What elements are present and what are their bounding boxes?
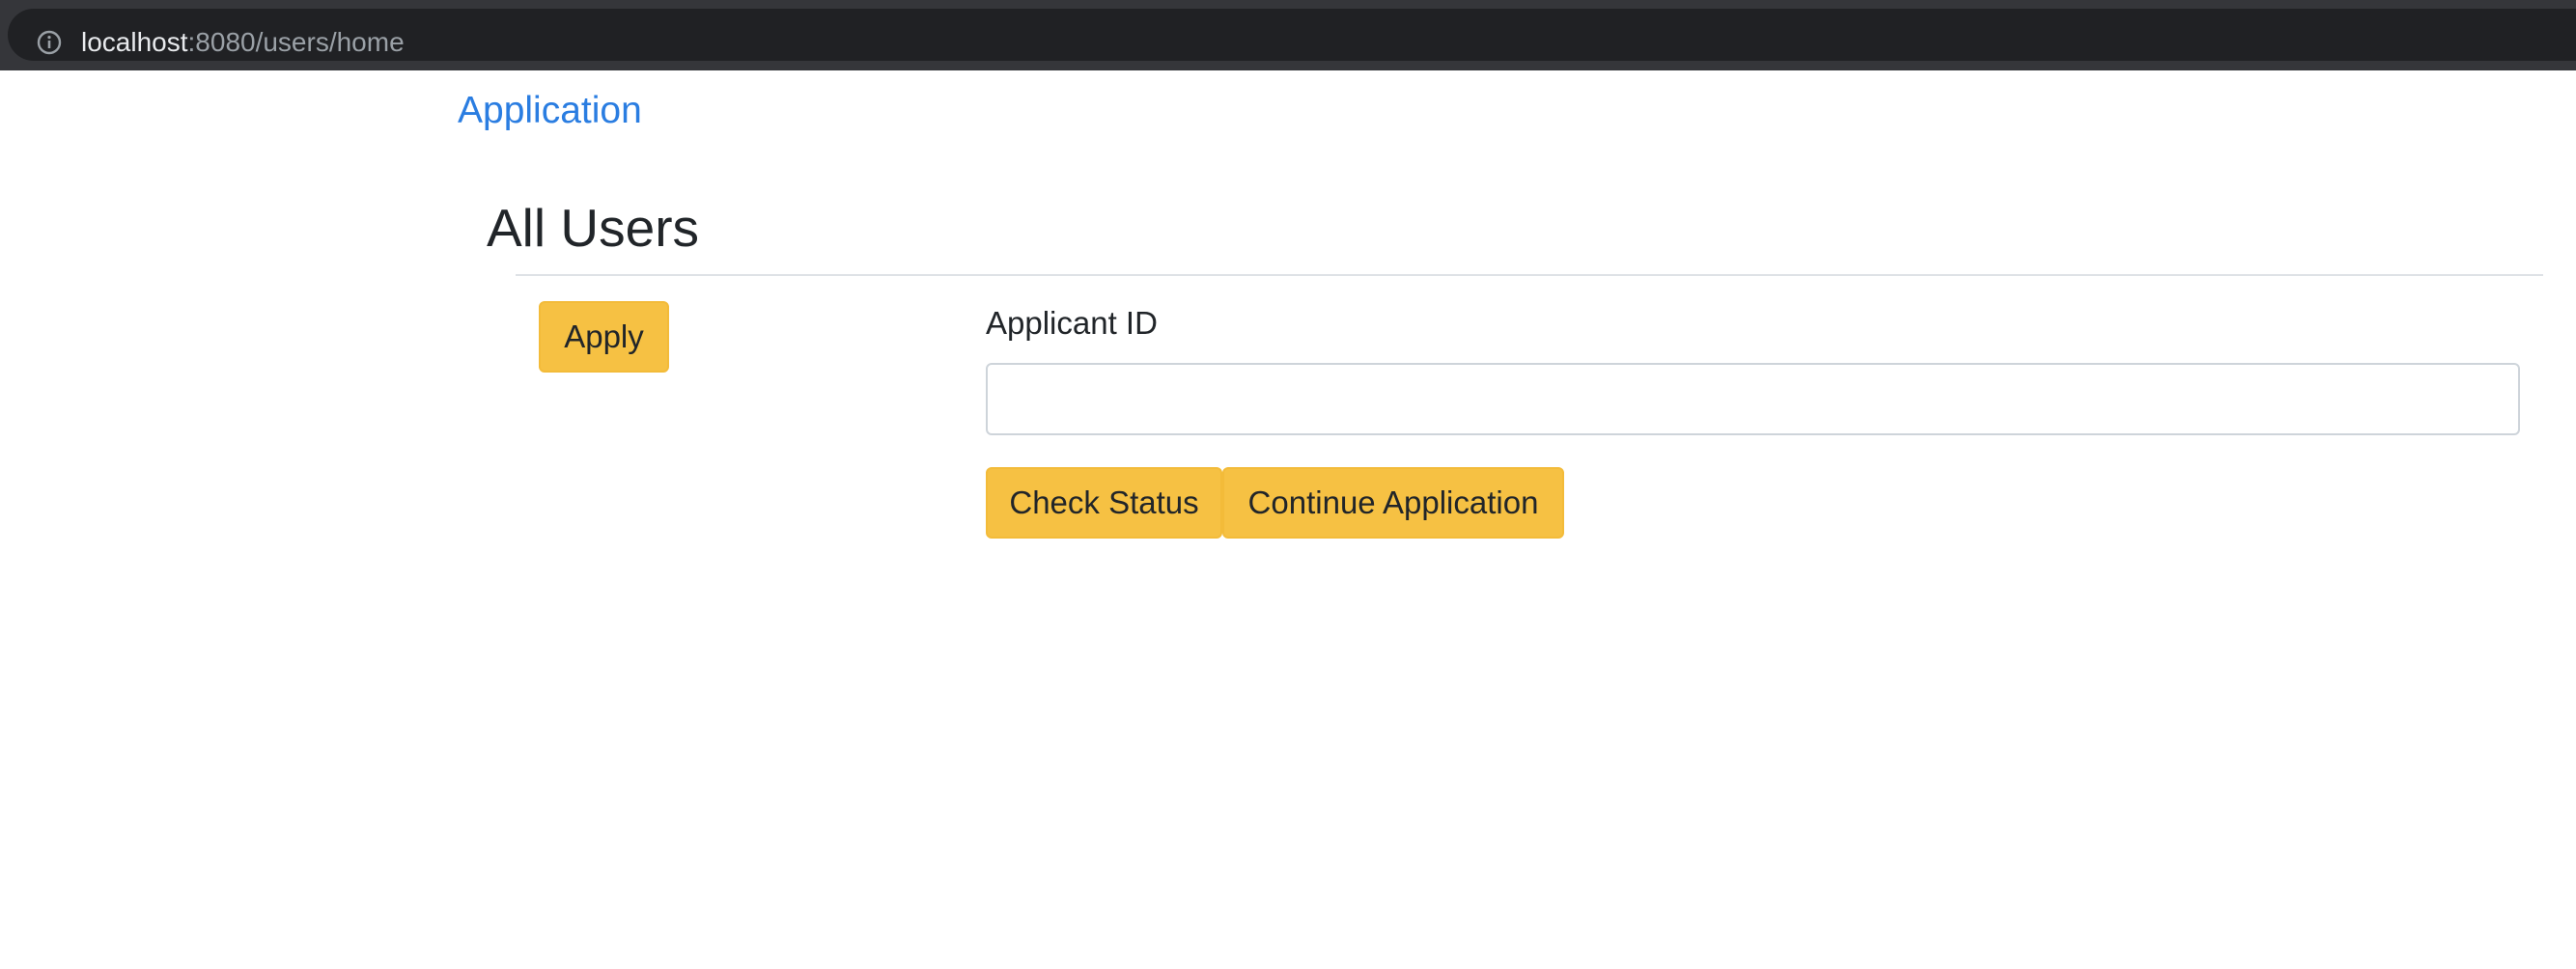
address-bar[interactable]: localhost:8080/users/home <box>8 9 2576 61</box>
info-icon[interactable] <box>36 29 63 56</box>
check-status-button[interactable]: Check Status <box>986 467 1222 539</box>
address-url[interactable]: localhost:8080/users/home <box>81 25 405 60</box>
page-title: All Users <box>487 198 700 258</box>
title-divider <box>516 274 2543 276</box>
apply-button[interactable]: Apply <box>539 301 669 373</box>
applicant-id-input[interactable] <box>986 363 2520 435</box>
continue-application-button[interactable]: Continue Application <box>1222 467 1564 539</box>
browser-toolbar: localhost:8080/users/home <box>0 0 2576 70</box>
applicant-id-label: Applicant ID <box>986 305 1158 341</box>
nav-brand-link[interactable]: Application <box>458 85 642 137</box>
url-host: localhost <box>81 27 188 57</box>
url-path: :8080/users/home <box>187 27 405 57</box>
